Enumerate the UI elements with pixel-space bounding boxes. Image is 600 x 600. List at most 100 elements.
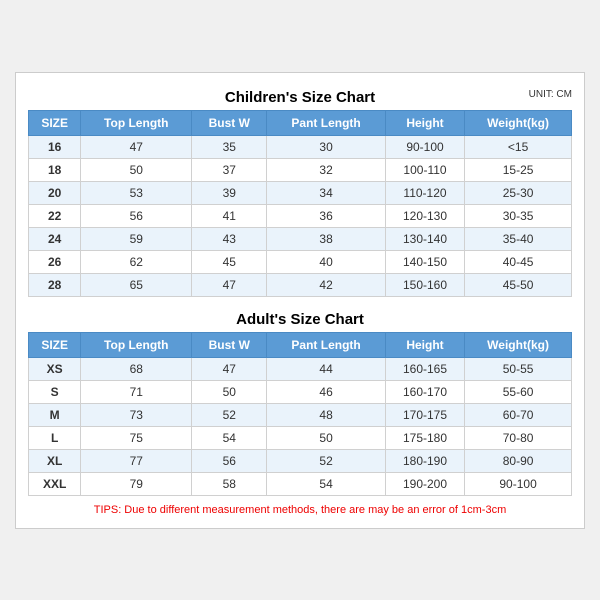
table-cell: 90-100 (465, 472, 572, 495)
table-cell: 160-170 (385, 380, 464, 403)
table-cell: XS (29, 357, 81, 380)
table-cell: 62 (81, 250, 192, 273)
table-cell: 120-130 (385, 204, 464, 227)
table-cell: 46 (267, 380, 386, 403)
table-cell: 28 (29, 273, 81, 296)
table-cell: 71 (81, 380, 192, 403)
table-cell: 40-45 (465, 250, 572, 273)
table-cell: 80-90 (465, 449, 572, 472)
table-cell: 50 (192, 380, 267, 403)
tips-text: TIPS: Due to different measurement metho… (28, 504, 572, 516)
table-cell: 68 (81, 357, 192, 380)
table-cell: 16 (29, 135, 81, 158)
table-row: 24594338130-14035-40 (29, 227, 572, 250)
table-cell: 180-190 (385, 449, 464, 472)
size-chart: Children's Size Chart UNIT: CM SIZE Top … (15, 72, 585, 529)
table-cell: <15 (465, 135, 572, 158)
table-cell: XL (29, 449, 81, 472)
table-cell: 32 (267, 158, 386, 181)
table-cell: 59 (81, 227, 192, 250)
table-cell: 53 (81, 181, 192, 204)
table-cell: 52 (267, 449, 386, 472)
table-cell: 73 (81, 403, 192, 426)
table-cell: 55-60 (465, 380, 572, 403)
table-cell: 45-50 (465, 273, 572, 296)
table-cell: 43 (192, 227, 267, 250)
adults-col-bustw: Bust W (192, 332, 267, 357)
table-cell: 50 (267, 426, 386, 449)
table-cell: 30 (267, 135, 386, 158)
table-cell: 140-150 (385, 250, 464, 273)
table-cell: 150-160 (385, 273, 464, 296)
table-cell: XXL (29, 472, 81, 495)
table-cell: S (29, 380, 81, 403)
children-col-height: Height (385, 110, 464, 135)
table-cell: 175-180 (385, 426, 464, 449)
adults-table: SIZE Top Length Bust W Pant Length Heigh… (28, 332, 572, 496)
table-row: 18503732100-11015-25 (29, 158, 572, 181)
table-cell: 79 (81, 472, 192, 495)
table-cell: 18 (29, 158, 81, 181)
children-col-bustw: Bust W (192, 110, 267, 135)
adults-col-weight: Weight(kg) (465, 332, 572, 357)
table-row: S715046160-17055-60 (29, 380, 572, 403)
table-cell: 34 (267, 181, 386, 204)
table-row: XL775652180-19080-90 (29, 449, 572, 472)
adults-header-row: SIZE Top Length Bust W Pant Length Heigh… (29, 332, 572, 357)
table-cell: 45 (192, 250, 267, 273)
table-row: L755450175-18070-80 (29, 426, 572, 449)
table-cell: 50 (81, 158, 192, 181)
table-cell: 130-140 (385, 227, 464, 250)
table-cell: 36 (267, 204, 386, 227)
table-cell: 48 (267, 403, 386, 426)
table-row: XXL795854190-20090-100 (29, 472, 572, 495)
table-cell: 41 (192, 204, 267, 227)
adults-col-size: SIZE (29, 332, 81, 357)
table-row: 1647353090-100<15 (29, 135, 572, 158)
table-row: 20533934110-12025-30 (29, 181, 572, 204)
table-cell: 54 (192, 426, 267, 449)
table-cell: 77 (81, 449, 192, 472)
table-cell: L (29, 426, 81, 449)
table-cell: 38 (267, 227, 386, 250)
table-cell: 52 (192, 403, 267, 426)
table-cell: 160-165 (385, 357, 464, 380)
table-cell: 47 (192, 273, 267, 296)
unit-label: UNIT: CM (529, 89, 572, 100)
table-cell: 40 (267, 250, 386, 273)
table-cell: 54 (267, 472, 386, 495)
adults-title-text: Adult's Size Chart (236, 311, 364, 328)
children-table: SIZE Top Length Bust W Pant Length Heigh… (28, 110, 572, 297)
table-cell: 75 (81, 426, 192, 449)
table-cell: 30-35 (465, 204, 572, 227)
table-row: M735248170-17560-70 (29, 403, 572, 426)
table-cell: 25-30 (465, 181, 572, 204)
table-row: 28654742150-16045-50 (29, 273, 572, 296)
adults-col-pantlength: Pant Length (267, 332, 386, 357)
children-section-title: Children's Size Chart UNIT: CM (28, 83, 572, 110)
table-cell: 39 (192, 181, 267, 204)
table-cell: 20 (29, 181, 81, 204)
table-cell: 90-100 (385, 135, 464, 158)
adults-col-toplength: Top Length (81, 332, 192, 357)
table-cell: 56 (81, 204, 192, 227)
table-cell: 100-110 (385, 158, 464, 181)
table-cell: 50-55 (465, 357, 572, 380)
adults-section-title: Adult's Size Chart (28, 305, 572, 332)
table-cell: 22 (29, 204, 81, 227)
table-row: XS684744160-16550-55 (29, 357, 572, 380)
adults-col-height: Height (385, 332, 464, 357)
table-cell: 70-80 (465, 426, 572, 449)
table-row: 22564136120-13030-35 (29, 204, 572, 227)
table-cell: 65 (81, 273, 192, 296)
table-cell: M (29, 403, 81, 426)
table-cell: 37 (192, 158, 267, 181)
children-col-pantlength: Pant Length (267, 110, 386, 135)
children-col-weight: Weight(kg) (465, 110, 572, 135)
table-cell: 35 (192, 135, 267, 158)
children-header-row: SIZE Top Length Bust W Pant Length Heigh… (29, 110, 572, 135)
table-row: 26624540140-15040-45 (29, 250, 572, 273)
children-col-size: SIZE (29, 110, 81, 135)
table-cell: 24 (29, 227, 81, 250)
table-cell: 170-175 (385, 403, 464, 426)
